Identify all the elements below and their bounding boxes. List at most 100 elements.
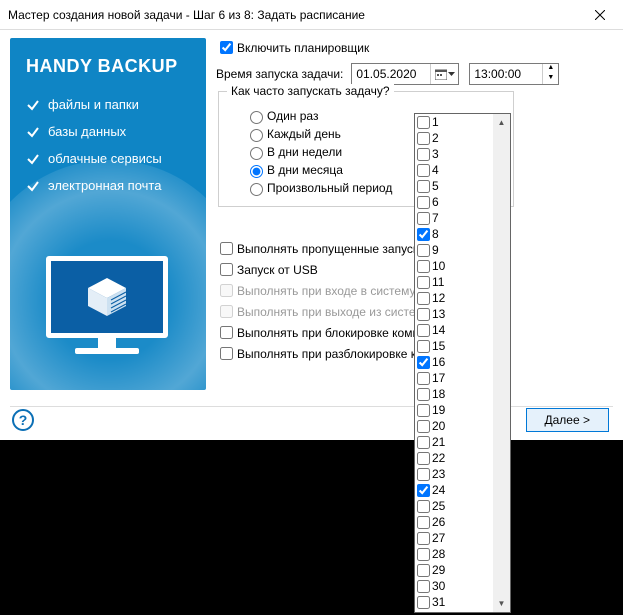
day-item[interactable]: 20 xyxy=(415,418,493,434)
day-checkbox[interactable] xyxy=(417,308,430,321)
day-checkbox[interactable] xyxy=(417,484,430,497)
day-item[interactable]: 3 xyxy=(415,146,493,162)
day-checkbox[interactable] xyxy=(417,532,430,545)
day-checkbox[interactable] xyxy=(417,388,430,401)
main-panel: Включить планировщик Время запуска задач… xyxy=(206,38,613,388)
day-item[interactable]: 8 xyxy=(415,226,493,242)
day-item[interactable]: 4 xyxy=(415,162,493,178)
day-checkbox[interactable] xyxy=(417,260,430,273)
day-checkbox[interactable] xyxy=(417,500,430,513)
day-checkbox[interactable] xyxy=(417,356,430,369)
day-checkbox[interactable] xyxy=(417,164,430,177)
window-title: Мастер создания новой задачи - Шаг 6 из … xyxy=(8,8,365,22)
day-item[interactable]: 11 xyxy=(415,274,493,290)
day-item[interactable]: 13 xyxy=(415,306,493,322)
day-item[interactable]: 29 xyxy=(415,562,493,578)
day-item[interactable]: 7 xyxy=(415,210,493,226)
day-number: 24 xyxy=(432,483,445,497)
spin-up-icon[interactable]: ▲ xyxy=(542,64,558,74)
option-unlock-input[interactable] xyxy=(220,347,233,360)
time-picker[interactable]: 13:00:00 ▲ ▼ xyxy=(469,63,559,85)
day-number: 29 xyxy=(432,563,445,577)
day-item[interactable]: 24 xyxy=(415,482,493,498)
day-checkbox[interactable] xyxy=(417,212,430,225)
day-item[interactable]: 22 xyxy=(415,450,493,466)
day-item[interactable]: 17 xyxy=(415,370,493,386)
day-checkbox[interactable] xyxy=(417,148,430,161)
day-number: 15 xyxy=(432,339,445,353)
date-picker[interactable]: 01.05.2020 xyxy=(351,63,459,85)
frequency-radio[interactable] xyxy=(250,183,263,196)
day-item[interactable]: 14 xyxy=(415,322,493,338)
day-item[interactable]: 25 xyxy=(415,498,493,514)
day-number: 10 xyxy=(432,259,445,273)
day-checkbox[interactable] xyxy=(417,116,430,129)
close-button[interactable] xyxy=(577,0,623,30)
day-item[interactable]: 27 xyxy=(415,530,493,546)
day-item[interactable]: 15 xyxy=(415,338,493,354)
day-checkbox[interactable] xyxy=(417,340,430,353)
option-lock-input[interactable] xyxy=(220,326,233,339)
day-item[interactable]: 9 xyxy=(415,242,493,258)
day-checkbox[interactable] xyxy=(417,548,430,561)
day-checkbox[interactable] xyxy=(417,436,430,449)
day-item[interactable]: 23 xyxy=(415,466,493,482)
day-item[interactable]: 6 xyxy=(415,194,493,210)
day-checkbox[interactable] xyxy=(417,452,430,465)
day-checkbox[interactable] xyxy=(417,516,430,529)
day-item[interactable]: 26 xyxy=(415,514,493,530)
enable-scheduler-checkbox[interactable]: Включить планировщик xyxy=(216,38,613,57)
day-item[interactable]: 2 xyxy=(415,130,493,146)
day-checkbox[interactable] xyxy=(417,276,430,289)
day-item[interactable]: 16 xyxy=(415,354,493,370)
option-usb-input[interactable] xyxy=(220,263,233,276)
day-number: 18 xyxy=(432,387,445,401)
day-item[interactable]: 28 xyxy=(415,546,493,562)
check-icon xyxy=(26,125,40,139)
day-checkbox[interactable] xyxy=(417,292,430,305)
frequency-radio[interactable] xyxy=(250,129,263,142)
day-checkbox[interactable] xyxy=(417,372,430,385)
day-item[interactable]: 12 xyxy=(415,290,493,306)
next-button[interactable]: Далее > xyxy=(526,408,610,432)
day-checkbox[interactable] xyxy=(417,244,430,257)
day-item[interactable]: 21 xyxy=(415,434,493,450)
day-checkbox[interactable] xyxy=(417,420,430,433)
days-of-month-dropdown[interactable]: 1234567891011121314151617181920212223242… xyxy=(414,113,511,613)
enable-scheduler-input[interactable] xyxy=(220,41,233,54)
scrollbar[interactable]: ▲ ▼ xyxy=(493,114,510,612)
day-checkbox[interactable] xyxy=(417,180,430,193)
calendar-dropdown-icon[interactable] xyxy=(430,64,458,84)
day-item[interactable]: 18 xyxy=(415,386,493,402)
day-item[interactable]: 31 xyxy=(415,594,493,610)
day-number: 9 xyxy=(432,243,439,257)
day-checkbox[interactable] xyxy=(417,196,430,209)
day-checkbox[interactable] xyxy=(417,404,430,417)
day-checkbox[interactable] xyxy=(417,132,430,145)
day-item[interactable]: 10 xyxy=(415,258,493,274)
enable-scheduler-label: Включить планировщик xyxy=(237,41,369,55)
option-logout-input xyxy=(220,305,233,318)
day-checkbox[interactable] xyxy=(417,468,430,481)
option-missed-label: Выполнять пропущенные запуски xyxy=(237,242,425,256)
option-missed-input[interactable] xyxy=(220,242,233,255)
day-item[interactable]: 30 xyxy=(415,578,493,594)
day-item[interactable]: 1 xyxy=(415,114,493,130)
day-checkbox[interactable] xyxy=(417,324,430,337)
day-item[interactable]: 5 xyxy=(415,178,493,194)
monitor-graphic xyxy=(46,256,168,364)
frequency-radio[interactable] xyxy=(250,147,263,160)
sidebar-feature-item: базы данных xyxy=(26,124,190,139)
frequency-radio[interactable] xyxy=(250,111,263,124)
day-checkbox[interactable] xyxy=(417,564,430,577)
day-checkbox[interactable] xyxy=(417,596,430,609)
scroll-up-button[interactable]: ▲ xyxy=(493,114,510,131)
scroll-down-button[interactable]: ▼ xyxy=(493,595,510,612)
spin-down-icon[interactable]: ▼ xyxy=(542,74,558,84)
help-button[interactable]: ? xyxy=(12,409,34,431)
day-checkbox[interactable] xyxy=(417,228,430,241)
frequency-radio[interactable] xyxy=(250,165,263,178)
day-number: 7 xyxy=(432,211,439,225)
day-item[interactable]: 19 xyxy=(415,402,493,418)
day-checkbox[interactable] xyxy=(417,580,430,593)
